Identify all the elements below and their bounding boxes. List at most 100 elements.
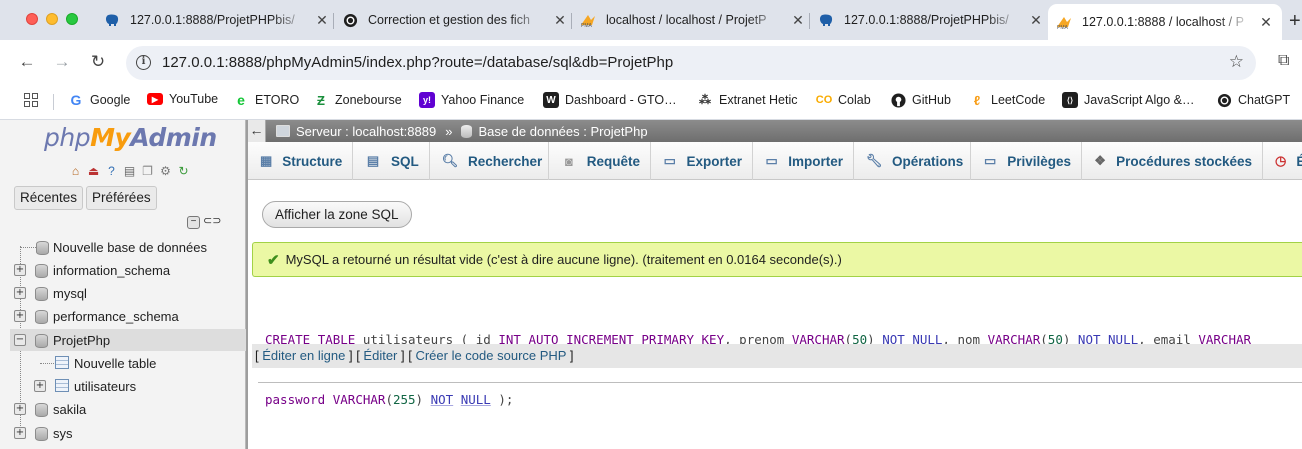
- pma-logo[interactable]: phpMyAdmin: [44, 123, 217, 152]
- tab-operations[interactable]: 🔧︎ Opérations: [854, 142, 971, 180]
- tab-import[interactable]: ▭ Importer: [753, 142, 854, 180]
- tree-item-new-database[interactable]: Nouvelle base de données: [0, 236, 246, 258]
- bookmark-yahoo[interactable]: y! Yahoo Finance: [419, 92, 524, 108]
- browser-tab[interactable]: PMA localhost / localhost / ProjetP ✕: [580, 4, 806, 36]
- zonebourse-icon: Ƶ: [317, 92, 325, 108]
- yahoo-icon: y!: [419, 92, 435, 108]
- show-sql-box-button[interactable]: Afficher la zone SQL: [262, 201, 412, 228]
- create-php-link[interactable]: Créer le code source PHP: [415, 348, 566, 363]
- site-info-icon[interactable]: i: [136, 55, 151, 70]
- minimize-window-button[interactable]: [46, 13, 58, 25]
- tab-sql[interactable]: ▤ SQL: [353, 142, 430, 180]
- tab-events[interactable]: ◷ É: [1263, 142, 1302, 180]
- pma-main-panel: ← Serveur : localhost:8889 » Base de don…: [248, 120, 1302, 449]
- expand-icon[interactable]: +: [14, 310, 26, 322]
- bookmark-dashboard[interactable]: W Dashboard - GTO…: [543, 92, 677, 108]
- expand-icon[interactable]: +: [34, 380, 46, 392]
- back-arrow-icon[interactable]: ←: [248, 120, 266, 142]
- logout-icon[interactable]: ⏏: [86, 163, 101, 178]
- tree-item-sys[interactable]: + sys: [0, 422, 246, 444]
- sql-token-kwn: NOT: [430, 392, 454, 407]
- link-with-main-icon[interactable]: ⊂⊃: [203, 216, 221, 229]
- bookmark-js-algo[interactable]: ⟨⟩ JavaScript Algo &…: [1062, 92, 1194, 108]
- routines-icon: ❖: [1094, 153, 1106, 168]
- bookmark-chatgpt[interactable]: ChatGPT: [1216, 92, 1290, 108]
- address-bar[interactable]: i 127.0.0.1:8888/phpMyAdmin5/index.php?r…: [126, 46, 1256, 80]
- reload-icon[interactable]: ↻: [88, 52, 108, 72]
- tree-item-new-table[interactable]: Nouvelle table: [0, 352, 246, 374]
- bookmark-google[interactable]: G Google: [68, 92, 131, 108]
- forward-icon[interactable]: →: [52, 52, 72, 72]
- tab-search[interactable]: 🔍︎ Rechercher: [430, 142, 549, 180]
- bookmark-star-icon[interactable]: ☆: [1229, 52, 1244, 72]
- reload-nav-icon[interactable]: ↻: [176, 163, 191, 178]
- browser-tab[interactable]: Correction et gestion des fich ✕: [342, 4, 568, 36]
- extensions-icon[interactable]: ⧉: [1278, 52, 1289, 70]
- close-tab-icon[interactable]: ✕: [1028, 12, 1044, 29]
- bookmark-label: Google: [90, 93, 131, 107]
- expand-icon[interactable]: +: [14, 427, 26, 439]
- tree-item-utilisateurs[interactable]: + utilisateurs: [0, 375, 246, 397]
- svg-text:PMA: PMA: [581, 23, 593, 27]
- collapse-icon[interactable]: −: [14, 334, 26, 346]
- home-icon[interactable]: ⌂: [68, 163, 83, 178]
- help-icon[interactable]: ?: [104, 163, 119, 178]
- close-tab-icon[interactable]: ✕: [314, 12, 330, 29]
- close-tab-icon[interactable]: ✕: [1258, 14, 1274, 31]
- browser-tab-active[interactable]: PMA 127.0.0.1:8888 / localhost / P ✕: [1048, 4, 1282, 40]
- tree-item-mysql[interactable]: + mysql: [0, 282, 246, 304]
- expand-icon[interactable]: +: [14, 264, 26, 276]
- events-icon: ◷: [1275, 153, 1287, 168]
- tab-label: Opérations: [892, 153, 964, 169]
- edit-inline-link[interactable]: Éditer en ligne: [262, 348, 345, 363]
- tree-item-sakila[interactable]: + sakila: [0, 398, 246, 420]
- bookmark-leetcode[interactable]: ℓ LeetCode: [969, 92, 1045, 108]
- new-tab-icon[interactable]: +: [1289, 10, 1301, 33]
- browser-tab[interactable]: 127.0.0.1:8888/ProjetPHPbis/ ✕: [104, 4, 330, 36]
- bookmark-extranet[interactable]: ⁂ Extranet Hetic: [697, 92, 798, 108]
- tab-routines[interactable]: ❖ Procédures stockées: [1082, 142, 1263, 180]
- close-tab-icon[interactable]: ✕: [790, 12, 806, 29]
- url-text[interactable]: 127.0.0.1:8888/phpMyAdmin5/index.php?rou…: [162, 54, 673, 71]
- bookmark-zonebourse[interactable]: Ƶ Zonebourse: [313, 92, 402, 108]
- edit-link[interactable]: Éditer: [363, 348, 397, 363]
- browser-tab[interactable]: 127.0.0.1:8888/ProjetPHPbis/ ✕: [818, 4, 1044, 36]
- tab-export[interactable]: ▭ Exporter: [651, 142, 753, 180]
- tab-divider: [571, 13, 572, 29]
- tab-privileges[interactable]: ▭ Privilèges: [971, 142, 1082, 180]
- copy-icon[interactable]: ❐: [140, 163, 155, 178]
- chatgpt-icon: [1216, 92, 1232, 108]
- breadcrumb-server[interactable]: Serveur : localhost:8889: [276, 124, 436, 139]
- breadcrumb-server-label: Serveur : localhost:8889: [296, 123, 437, 139]
- close-tab-icon[interactable]: ✕: [552, 12, 568, 29]
- expand-icon[interactable]: +: [14, 403, 26, 415]
- bookmark-colab[interactable]: CO Colab: [816, 92, 871, 108]
- expand-icon[interactable]: +: [14, 287, 26, 299]
- recent-button[interactable]: Récentes: [14, 186, 84, 210]
- docs-icon[interactable]: ▤: [122, 163, 137, 178]
- tree-item-performance-schema[interactable]: + performance_schema: [0, 305, 246, 327]
- tab-query[interactable]: ◙ Requête: [549, 142, 651, 180]
- elephant-icon: [818, 12, 834, 28]
- tree-item-projetphp[interactable]: − ProjetPhp: [10, 329, 246, 351]
- tab-structure[interactable]: ▦ Structure: [248, 142, 353, 180]
- executed-sql-code: CREATE TABLE utilisateurs ( id INT AUTO_…: [265, 290, 1302, 449]
- back-icon[interactable]: ←: [17, 52, 37, 72]
- settings-icon[interactable]: ⚙: [158, 163, 173, 178]
- breadcrumb-database[interactable]: Base de données : ProjetPhp: [461, 124, 648, 139]
- github-icon: [890, 92, 906, 108]
- database-icon: [35, 402, 48, 417]
- favorites-button[interactable]: Préférées: [86, 186, 157, 210]
- tree-item-information-schema[interactable]: + information_schema: [0, 259, 246, 281]
- maximize-window-button[interactable]: [66, 13, 78, 25]
- bookmark-github[interactable]: GitHub: [890, 92, 951, 108]
- tab-label: Exporter: [686, 153, 742, 169]
- bookmark-etoro[interactable]: e ETORO: [233, 92, 299, 108]
- bookmark-youtube[interactable]: ▶ YouTube: [147, 92, 218, 106]
- close-window-button[interactable]: [26, 13, 38, 25]
- collapse-all-icon[interactable]: −: [187, 216, 200, 229]
- bookmark-label: ChatGPT: [1238, 93, 1291, 107]
- apps-grid-icon[interactable]: [24, 93, 38, 107]
- success-message: ✔ MySQL a retourné un résultat vide (c'e…: [252, 242, 1302, 277]
